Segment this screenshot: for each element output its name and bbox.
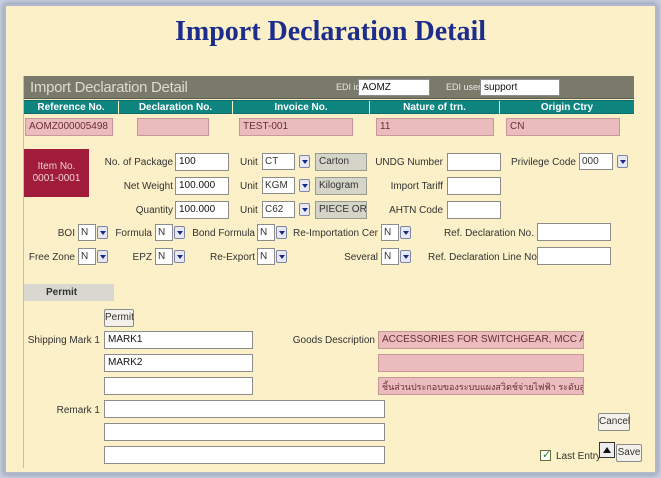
quantity-field[interactable]: 100.000: [175, 201, 229, 219]
formula-label: Formula: [115, 228, 152, 239]
remark-line-3[interactable]: [104, 446, 385, 464]
net-weight-field[interactable]: 100.000: [175, 177, 229, 195]
unit3-desc: PIECE OR UN: [315, 201, 367, 219]
quantity-label: Quantity: [135, 205, 173, 216]
goods-description-label: Goods Description: [292, 335, 375, 346]
chevron-down-icon[interactable]: [97, 250, 108, 263]
ref-declaration-field[interactable]: [537, 223, 611, 241]
remark-line-2[interactable]: [104, 423, 385, 441]
epz-select[interactable]: N: [155, 248, 173, 265]
epz-label: EPZ: [132, 252, 152, 263]
ref-declaration-line-label: Ref. Declaration Line No.: [428, 252, 540, 263]
privilege-code-select[interactable]: 000: [579, 153, 613, 170]
col-nature-of-trn: Nature of trn.: [370, 101, 500, 115]
chevron-down-icon[interactable]: [299, 179, 310, 192]
remark-label: Remark 1: [56, 405, 100, 416]
unit3-label: Unit: [240, 205, 258, 216]
free-zone-select[interactable]: N: [78, 248, 96, 265]
form-title: Import Declaration Detail: [30, 79, 188, 96]
shipping-mark-3-field[interactable]: [104, 377, 253, 395]
boi-label: BOI: [57, 228, 75, 239]
cancel-button[interactable]: Cancel: [598, 413, 630, 431]
shipping-mark-1-field[interactable]: MARK1: [104, 331, 253, 349]
unit2-label: Unit: [240, 181, 258, 192]
reexport-select[interactable]: N: [257, 248, 275, 265]
ref-declaration-line-field[interactable]: [537, 247, 611, 265]
col-origin-ctry: Origin Ctry: [540, 102, 594, 113]
origin-ctry-field: CN: [506, 118, 620, 136]
several-select[interactable]: N: [381, 248, 399, 265]
invoice-no-field: TEST-001: [239, 118, 353, 136]
reimportation-label: Re-Importation Cer: [292, 228, 378, 239]
reference-no-field: AOMZ000005498: [25, 118, 113, 136]
page-title: Import Declaration Detail: [174, 16, 487, 47]
chevron-down-icon[interactable]: [276, 226, 287, 239]
unit1-select[interactable]: CT: [262, 153, 295, 170]
window-frame: Import Declaration Detail Import Declara…: [4, 4, 657, 474]
free-zone-label: Free Zone: [28, 252, 75, 263]
unit2-select[interactable]: KGM: [262, 177, 295, 194]
chevron-down-icon[interactable]: [276, 250, 287, 263]
chevron-down-icon[interactable]: [400, 250, 411, 263]
edi-user-field[interactable]: support: [480, 79, 560, 96]
chevron-down-icon[interactable]: [97, 226, 108, 239]
edi-id-label: EDI id: [336, 82, 361, 92]
item-no-label: Item No.: [37, 161, 76, 172]
no-of-package-field[interactable]: 100: [175, 153, 229, 171]
header-row: Reference No. Declaration No. Invoice No…: [24, 100, 634, 115]
col-declaration-no: Declaration No.: [119, 101, 233, 115]
declaration-no-field: [137, 118, 209, 136]
net-weight-label: Net Weight: [123, 181, 173, 192]
goods-description-line-3[interactable]: ชิ้นส่วนประกอบของระบบแผงสวิตช์จ่ายไฟฟ้า …: [378, 377, 584, 395]
chevron-down-icon[interactable]: [400, 226, 411, 239]
goods-description-line-1[interactable]: ACCESSORIES FOR SWITCHGEAR, MCC AND SUS …: [378, 331, 584, 349]
remark-line-1[interactable]: [104, 400, 385, 418]
shipping-mark-label: Shipping Mark 1: [27, 335, 100, 346]
ref-declaration-label: Ref. Declaration No.: [443, 228, 534, 239]
chevron-down-icon[interactable]: [174, 250, 185, 263]
chevron-down-icon[interactable]: [174, 226, 185, 239]
import-tariff-label: Import Tariff: [390, 181, 443, 192]
bond-formula-select[interactable]: N: [257, 224, 275, 241]
reimportation-select[interactable]: N: [381, 224, 399, 241]
several-label: Several: [344, 252, 378, 263]
no-of-package-label: No. of Package: [104, 157, 173, 168]
privilege-code-label: Privilege Code: [510, 157, 576, 168]
ahtn-field[interactable]: [447, 201, 501, 219]
edi-id-field[interactable]: AOMZ: [358, 79, 430, 96]
last-entry-label: Last Entry: [556, 451, 602, 462]
save-button[interactable]: Save: [616, 444, 642, 462]
chevron-down-icon[interactable]: [617, 155, 628, 168]
item-no-value: 0001-0001: [32, 173, 81, 184]
goods-description-line-2[interactable]: [378, 354, 584, 372]
chevron-down-icon[interactable]: [299, 203, 310, 216]
form-titlebar: Import Declaration Detail EDI id AOMZ ED…: [24, 76, 634, 99]
unit1-desc: Carton: [315, 153, 367, 171]
undg-field[interactable]: [447, 153, 501, 171]
unit3-select[interactable]: C62: [262, 201, 295, 218]
permit-button[interactable]: Permit: [104, 309, 134, 327]
edi-user-label: EDI user: [446, 82, 482, 92]
boi-select[interactable]: N: [78, 224, 96, 241]
bond-formula-label: Bond Formula: [192, 228, 255, 239]
declaration-form: Import Declaration Detail EDI id AOMZ ED…: [23, 76, 642, 468]
col-invoice-no: Invoice No.: [233, 101, 370, 115]
chevron-down-icon[interactable]: [299, 155, 310, 168]
col-reference-no: Reference No.: [24, 101, 119, 115]
shipping-mark-2-field[interactable]: MARK2: [104, 354, 253, 372]
import-tariff-field[interactable]: [447, 177, 501, 195]
formula-select[interactable]: N: [155, 224, 173, 241]
reexport-label: Re-Export: [209, 252, 255, 263]
unit1-label: Unit: [240, 157, 258, 168]
unit2-desc: Kilogram: [315, 177, 367, 195]
permit-section-header: Permit: [24, 284, 114, 301]
last-entry-checkbox[interactable]: [540, 448, 551, 461]
nature-of-trn-field: 11: [376, 118, 494, 136]
scroll-up-icon[interactable]: [599, 442, 615, 458]
ahtn-label: AHTN Code: [389, 205, 443, 216]
undg-label: UNDG Number: [375, 157, 443, 168]
item-no-badge: Item No. 0001-0001: [24, 149, 89, 197]
